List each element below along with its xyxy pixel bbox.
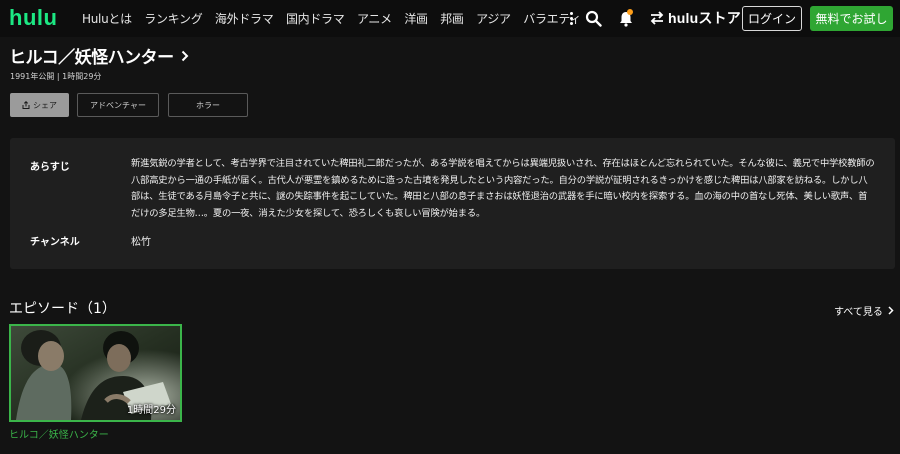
nav-item-western-movies[interactable]: 洋画: [404, 10, 428, 27]
chevron-right-icon: [181, 50, 189, 61]
top-header: hulu Huluとは ランキング 海外ドラマ 国内ドラマ アニメ 洋画 邦画 …: [0, 0, 900, 37]
nav-item-about[interactable]: Huluとは: [82, 10, 132, 27]
main-nav: Huluとは ランキング 海外ドラマ 国内ドラマ アニメ 洋画 邦画 アジア バ…: [82, 0, 594, 37]
info-panel: あらすじ 新進気鋭の学者として、考古学界で注目されていた稗田礼二郎だったが、ある…: [10, 138, 895, 269]
nav-item-domestic-drama[interactable]: 国内ドラマ: [286, 10, 345, 27]
hulu-store-link[interactable]: huluストア: [649, 9, 741, 27]
genre-tag-horror[interactable]: ホラー: [168, 93, 248, 117]
chevron-right-icon: [888, 306, 894, 315]
share-button[interactable]: シェア: [10, 93, 69, 117]
title-meta: 1991年公開 | 1時間29分: [10, 72, 102, 81]
hulu-logo[interactable]: hulu: [9, 5, 57, 31]
share-icon: [22, 101, 30, 109]
more-icon[interactable]: [568, 12, 574, 26]
channel-label: チャンネル: [30, 237, 80, 248]
episodes-heading: エピソード（1）: [9, 301, 116, 317]
synopsis-text: 新進気鋭の学者として、考古学界で注目されていた稗田礼二郎だったが、ある学説を唱え…: [131, 158, 875, 219]
episode-thumbnail[interactable]: 1時間29分: [9, 324, 182, 422]
episode-duration: 1時間29分: [126, 405, 176, 416]
channel-value: 松竹: [131, 237, 151, 248]
synopsis-label: あらすじ: [30, 162, 70, 173]
page-title[interactable]: ヒルコ／妖怪ハンター: [9, 43, 190, 68]
nav-item-japanese-movies[interactable]: 邦画: [440, 10, 464, 27]
notification-dot: [627, 9, 633, 15]
share-label: シェア: [33, 100, 57, 110]
nav-item-ranking[interactable]: ランキング: [144, 10, 202, 27]
login-button[interactable]: ログイン: [742, 6, 802, 31]
see-all-link[interactable]: すべて見る: [834, 303, 894, 318]
see-all-label: すべて見る: [834, 307, 883, 318]
nav-item-anime[interactable]: アニメ: [357, 10, 392, 27]
episode-title[interactable]: ヒルコ／妖怪ハンター: [9, 426, 109, 441]
search-icon[interactable]: [585, 10, 602, 27]
genre-tag-adventure[interactable]: アドベンチャー: [77, 93, 159, 117]
nav-item-asia[interactable]: アジア: [476, 10, 511, 27]
nav-item-foreign-drama[interactable]: 海外ドラマ: [215, 10, 274, 27]
title-text: ヒルコ／妖怪ハンター: [9, 48, 174, 68]
free-trial-button[interactable]: 無料でお試し: [810, 6, 893, 31]
store-label: huluストア: [668, 10, 741, 26]
store-icon: [650, 11, 664, 25]
